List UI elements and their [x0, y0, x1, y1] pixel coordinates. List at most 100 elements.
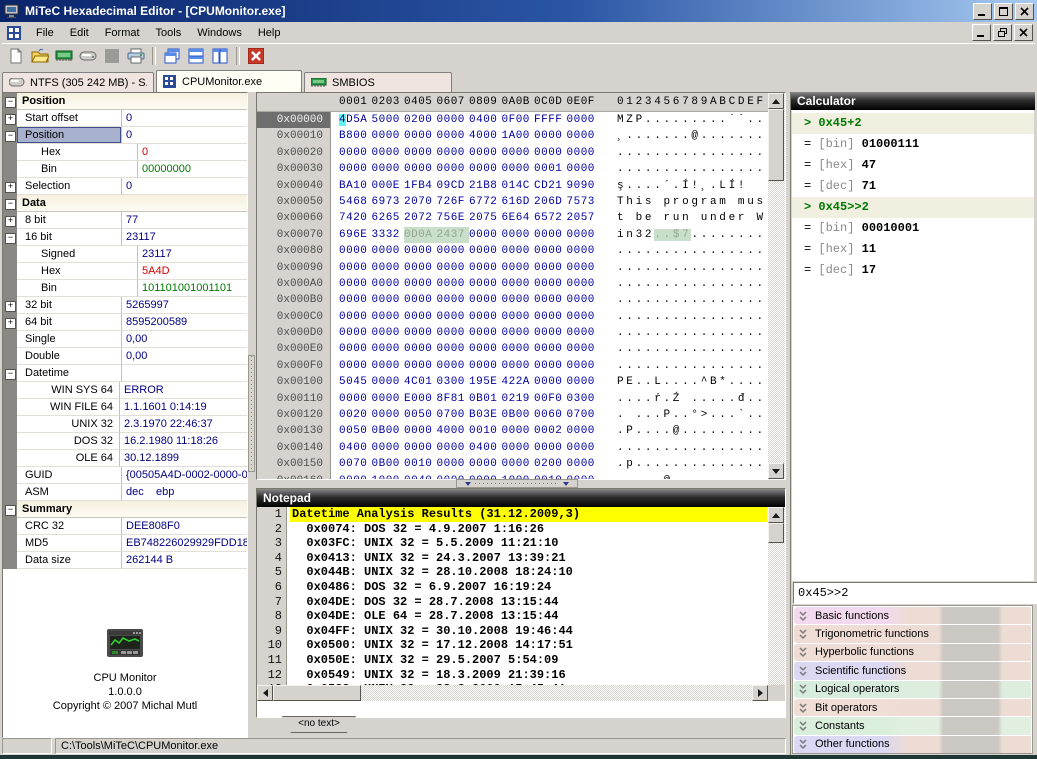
hex-ascii[interactable]: ....ŕ.Ź .....đ.. [617, 391, 766, 407]
hex-byte-group[interactable]: 0B00 [372, 456, 405, 472]
hex-byte-group[interactable]: 9090 [567, 178, 600, 194]
hex-bytes[interactable]: 00000000000000000000000000000000 [339, 260, 599, 276]
hex-row[interactable]: 0x0014004000000000000000400000000000000.… [257, 440, 785, 456]
collapse-icon[interactable]: − [5, 131, 16, 142]
hex-byte-group[interactable]: 0000 [534, 243, 567, 259]
hex-byte-group[interactable]: 21B8 [469, 178, 502, 194]
open-memory-button[interactable] [52, 45, 76, 67]
open-disk-button[interactable] [76, 45, 100, 67]
hex-byte-group[interactable]: 0200 [534, 456, 567, 472]
hex-byte-group[interactable]: 0000 [502, 325, 535, 341]
hex-byte-group[interactable]: 0000 [502, 423, 535, 439]
hex-ascii[interactable]: ş....´.Í!¸.LÍ! [617, 178, 766, 194]
hex-byte-group[interactable]: 6265 [372, 210, 405, 226]
inspector-row-32-bit[interactable]: +32 bit5265997 [3, 297, 247, 314]
hex-ascii[interactable]: ................ [617, 358, 766, 374]
line-text[interactable]: 0x03FC: UNIX 32 = 5.5.2009 11:21:10 [290, 536, 767, 551]
hex-byte-group[interactable]: 0060 [534, 407, 567, 423]
hex-byte-group[interactable]: 0400 [469, 440, 502, 456]
calc-result[interactable]: = [dec] 17 [792, 260, 1034, 281]
hex-bytes[interactable]: 504500004C010300195E422A00000000 [339, 374, 599, 390]
maximize-button[interactable] [994, 3, 1013, 20]
inspector-row-8-bit[interactable]: +8 bit77 [3, 212, 247, 229]
hex-bytes[interactable]: 00000000E0008F810B01021900F00300 [339, 391, 599, 407]
scrollbar-thumb[interactable] [768, 109, 784, 181]
hex-byte-group[interactable]: 0000 [567, 112, 600, 128]
inspector-row-signed[interactable]: Signed23117 [3, 246, 247, 263]
hex-byte-group[interactable]: 0000 [372, 128, 405, 144]
hex-byte-group[interactable]: 7420 [339, 210, 372, 226]
inspector-row-single[interactable]: Single0,00 [3, 331, 247, 348]
hex-byte-group[interactable]: 6772 [469, 194, 502, 210]
expand-icon[interactable]: + [5, 216, 16, 227]
hex-row[interactable]: 0x000F000000000000000000000000000000000.… [257, 358, 785, 374]
hex-ascii[interactable]: PE..L....^B*.... [617, 374, 766, 390]
hex-ascii[interactable]: in32..$7........ [617, 227, 766, 243]
tab-ntfs-305-242-mb-s-[interactable]: NTFS (305 242 MB) - S... [2, 72, 154, 92]
hex-byte-group[interactable]: 0000 [404, 292, 437, 308]
line-text[interactable]: 0x04DE: DOS 32 = 28.7.2008 13:15:44 [290, 595, 767, 610]
hex-ascii[interactable]: .P....@......... [617, 423, 766, 439]
inspector-row-win-file-64[interactable]: WIN FILE 641.1.1601 0:14:19 [3, 399, 247, 416]
hex-row[interactable]: 0x000A000000000000000000000000000000000.… [257, 276, 785, 292]
mdi-restore-button[interactable] [993, 24, 1012, 41]
category-hyperbolic-functions[interactable]: Hyperbolic functions [794, 644, 1031, 661]
hex-bytes[interactable]: 00000000000000000000000000000000 [339, 276, 599, 292]
hex-byte-group[interactable]: 0000 [534, 309, 567, 325]
category-trigonometric-functions[interactable]: Trigonometric functions [794, 625, 1031, 642]
hex-byte-group[interactable]: 0000 [372, 407, 405, 423]
horizontal-splitter-handle[interactable] [456, 479, 578, 488]
hex-byte-group[interactable]: 0000 [567, 358, 600, 374]
hex-byte-group[interactable]: E000 [404, 391, 437, 407]
hex-row[interactable]: 0x0008000000000000000000000000000000000.… [257, 243, 785, 259]
hex-bytes[interactable]: 00000000000000000000000000000000 [339, 325, 599, 341]
hex-byte-group[interactable]: 0000 [502, 260, 535, 276]
hex-byte-group[interactable]: 0000 [567, 145, 600, 161]
hex-byte-group[interactable]: 0000 [404, 161, 437, 177]
inspector-row-bin[interactable]: Bin101101001001101 [3, 280, 247, 297]
hex-bytes[interactable]: 00700B00001000000000000002000000 [339, 456, 599, 472]
hex-byte-group[interactable]: 0000 [437, 161, 470, 177]
hex-ascii[interactable]: ................ [617, 145, 766, 161]
hex-byte-group[interactable]: 0000 [339, 260, 372, 276]
hex-byte-group[interactable]: 0000 [372, 309, 405, 325]
hex-byte-group[interactable]: 0300 [437, 374, 470, 390]
calc-result[interactable]: = [bin] 01000111 [792, 134, 1034, 155]
calc-result[interactable]: = [hex] 47 [792, 155, 1034, 176]
hex-byte-group[interactable]: 0000 [534, 145, 567, 161]
inspector-row-crc-32[interactable]: CRC 32DEE808F0 [3, 518, 247, 535]
inspector-row-win-sys-64[interactable]: WIN SYS 64ERROR [3, 382, 247, 399]
hex-byte-group[interactable]: 4C01 [404, 374, 437, 390]
hex-byte-group[interactable]: 0000 [404, 145, 437, 161]
hex-byte-group[interactable]: 0000 [339, 276, 372, 292]
line-text[interactable]: 0x04FF: UNIX 32 = 30.10.2008 19:46:44 [290, 624, 767, 639]
tab-cpumonitor-exe[interactable]: CPUMonitor.exe [156, 70, 302, 92]
close-file-button[interactable] [244, 45, 268, 67]
hex-byte-group[interactable]: 0000 [469, 456, 502, 472]
hex-row[interactable]: 0x000E000000000000000000000000000000000.… [257, 341, 785, 357]
notepad-line[interactable]: 7 0x04DE: DOS 32 = 28.7.2008 13:15:44 [257, 595, 785, 610]
hex-byte-group[interactable]: 0B01 [469, 391, 502, 407]
horizontal-splitter[interactable] [256, 478, 784, 488]
hex-byte-group[interactable]: 0000 [372, 243, 405, 259]
hex-byte-group[interactable]: 0700 [567, 407, 600, 423]
hex-byte-group[interactable]: 0050 [404, 407, 437, 423]
hex-ascii[interactable]: ................ [617, 325, 766, 341]
inspector-row-datetime[interactable]: −Datetime [3, 365, 247, 382]
hex-byte-group[interactable]: 0000 [502, 341, 535, 357]
hex-row[interactable]: 0x0015000700B00001000000000000002000000.… [257, 456, 785, 472]
hex-byte-group[interactable]: 0000 [469, 260, 502, 276]
hex-byte-group[interactable]: 4000 [469, 128, 502, 144]
expand-icon[interactable]: + [5, 114, 16, 125]
hex-byte-group[interactable]: 0000 [339, 243, 372, 259]
hex-byte-group[interactable]: 6E64 [502, 210, 535, 226]
hex-byte-group[interactable]: 0000 [372, 145, 405, 161]
category-bit-operators[interactable]: Bit operators [794, 699, 1031, 716]
hex-byte-group[interactable]: 0001 [534, 161, 567, 177]
hex-byte-group[interactable]: 0000 [567, 325, 600, 341]
hex-byte-group[interactable]: 0200 [404, 112, 437, 128]
hex-bytes[interactable]: 00000000000000000000000000000000 [339, 341, 599, 357]
tile-horizontal-button[interactable] [184, 45, 208, 67]
hex-row[interactable]: 0x001200020000000500700B03E0B0000600700.… [257, 407, 785, 423]
hex-byte-group[interactable]: 0000 [567, 260, 600, 276]
